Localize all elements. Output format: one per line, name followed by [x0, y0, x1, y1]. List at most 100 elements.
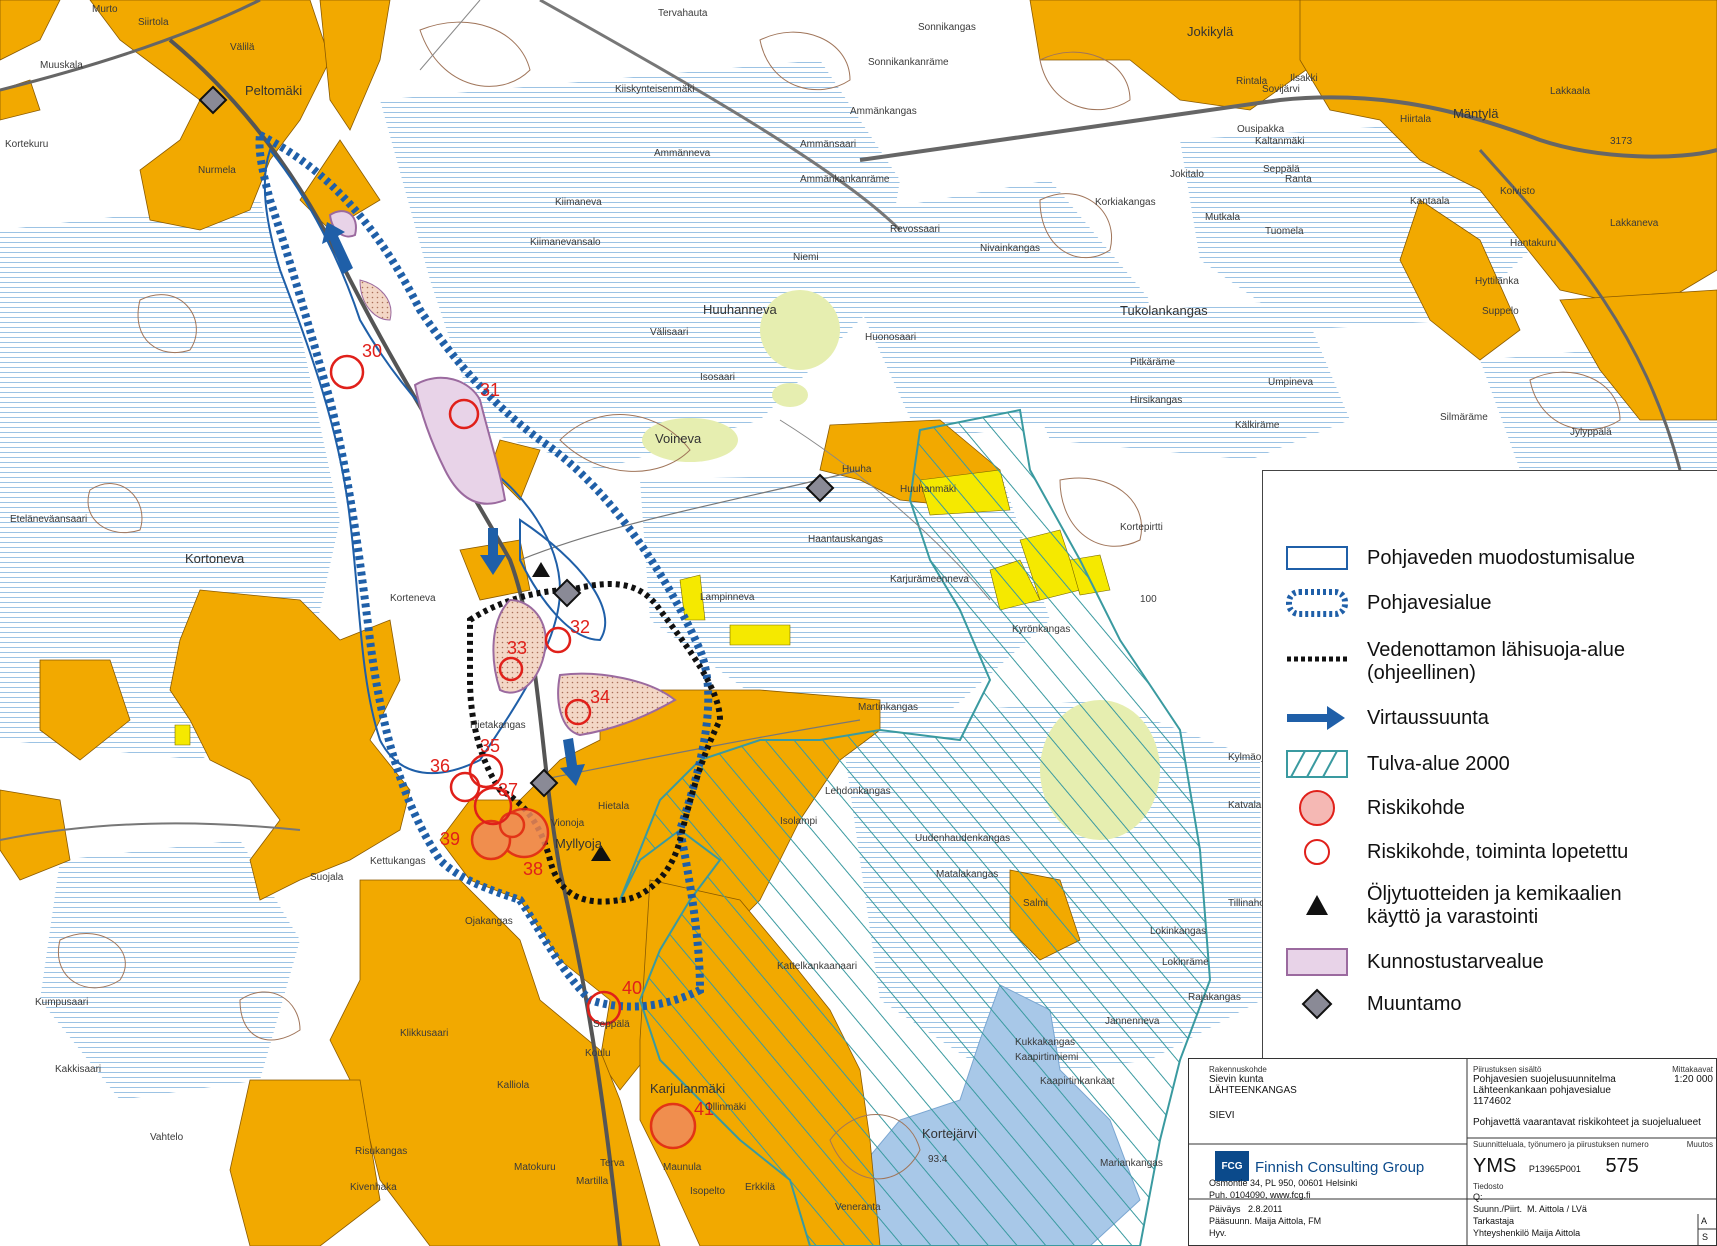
place-label: Klikkusaari	[400, 1028, 448, 1039]
date: 2.8.2011	[1248, 1204, 1283, 1214]
legend-item-substation: Muuntamo	[1283, 987, 1708, 1021]
flood-area-icon	[1283, 747, 1351, 781]
place-label: Hiirtala	[1400, 114, 1432, 125]
place-label: Välilä	[230, 42, 255, 53]
place-label: Lokinkangas	[1150, 926, 1206, 937]
flow-direction-icon	[1283, 701, 1351, 735]
scale-label: Mittakaavat	[1672, 1065, 1713, 1074]
place-label: Salmi	[1023, 898, 1048, 909]
legend-label: Riskikohde	[1367, 796, 1465, 819]
field-label: Suunnitteluala, työnumero ja piirustukse…	[1473, 1140, 1649, 1149]
place-label: Niemi	[793, 252, 819, 263]
place-label: Lakkaala	[1550, 86, 1590, 97]
risk-number: 32	[570, 617, 590, 637]
place-label: Tervahauta	[658, 8, 708, 19]
place-label: Karjurämeenneva	[890, 574, 969, 585]
contour-label: 100	[1140, 594, 1157, 605]
place-label: Hantakuru	[1510, 238, 1556, 249]
place-label: Korteneva	[390, 593, 436, 604]
place-label: Ilsakki	[1290, 73, 1318, 84]
title-block: Rakennuskohde Sievin kunta LÄHTEENKANGAS…	[1188, 1058, 1717, 1246]
place-label: Jylyppälä	[1570, 427, 1612, 438]
place-label: Lampinneva	[700, 592, 755, 603]
place-label: Koivisto	[1500, 186, 1535, 197]
place-label: Hietakangas	[470, 720, 526, 731]
place-label: Tuomela	[1265, 226, 1304, 237]
place-label: Karjulanmäki	[650, 1081, 725, 1096]
place-label: Sonnikankanräme	[868, 57, 949, 68]
risk-number: 38	[523, 859, 543, 879]
place-label: Kukkakangas	[1015, 1037, 1075, 1048]
subject-cell: Pohjavettä vaarantavat riskikohteet ja s…	[1473, 1117, 1713, 1128]
risk-number: 37	[498, 780, 518, 800]
place-label: Hyttilänka	[1475, 276, 1519, 287]
place-label: Maunula	[663, 1162, 702, 1173]
chief: Maija Aittola, FM	[1254, 1216, 1322, 1226]
place-label: Pitkäräme	[1130, 357, 1175, 368]
place-label: Kaltanmäki	[1255, 136, 1304, 147]
place-label: Matalakangas	[936, 869, 998, 880]
place-label: Sonnikangas	[918, 22, 976, 33]
place-label: Kiimanevansalo	[530, 237, 601, 248]
revision-a: A	[1701, 1216, 1708, 1226]
legend-label: Pohjavesialue	[1367, 591, 1492, 614]
place-label: Murto	[92, 4, 118, 15]
place-label: Kivenhaka	[350, 1182, 397, 1193]
place-label: Kattelkankaanaari	[777, 961, 857, 972]
place-label: Vionoja	[551, 818, 585, 829]
date-label: Päiväys	[1209, 1204, 1241, 1214]
designer: M. Aittola / LVä	[1527, 1204, 1587, 1214]
scale-cell: Mittakaavat 1:20 000	[1635, 1065, 1713, 1085]
legend-item-oil: Öljytuotteiden ja kemikaalien käyttö ja …	[1283, 883, 1708, 929]
legend-label: Pohjaveden muodostumisalue	[1367, 546, 1635, 569]
place-label: Lakkaneva	[1610, 218, 1659, 229]
contact-person: Maija Aittola	[1531, 1228, 1581, 1238]
place-label: Korkiakangas	[1095, 197, 1156, 208]
place-label: Suojala	[310, 872, 344, 883]
place-label: Kortekuru	[5, 139, 48, 150]
place-label: Kakkisaari	[55, 1064, 101, 1075]
place-label: Kettukangas	[370, 856, 426, 867]
place-label: Kaapirtinkankaat	[1040, 1076, 1115, 1087]
revision-s: S	[1702, 1232, 1709, 1242]
risk-number: 36	[430, 756, 450, 776]
place-label: Kortoneva	[185, 551, 245, 566]
place-label: Seppälä	[593, 1019, 630, 1030]
legend-item-flood: Tulva-alue 2000	[1283, 747, 1708, 781]
place-label: Kiimaneva	[555, 197, 602, 208]
field-cell: Suunnitteluala, työnumero ja piirustukse…	[1473, 1140, 1713, 1203]
place-label: Ollinmäki	[705, 1102, 746, 1113]
place-label: Hirsikangas	[1130, 395, 1182, 406]
place-label: Voineva	[655, 431, 702, 446]
place-label: Rajakangas	[1188, 992, 1241, 1003]
designer-cell: Suunn./Piirt. M. Aittola / LVä Tarkastaj…	[1473, 1203, 1587, 1239]
legend-item-groundwater: Pohjavesialue	[1283, 586, 1708, 620]
place-label: Jokikylä	[1187, 24, 1234, 39]
place-label: Vahtelo	[150, 1132, 184, 1143]
place-label: Isolampi	[780, 816, 817, 827]
place-label: Kaapirtinniemi	[1015, 1052, 1078, 1063]
place-label: Jannenneva	[1105, 1016, 1160, 1027]
place-label: Terva	[600, 1158, 625, 1169]
risk-number: 33	[507, 638, 527, 658]
plan-name: Pohjavesien suojelusuunnitelma	[1473, 1074, 1616, 1085]
date-cell: Päiväys 2.8.2011 Pääsuunn. Maija Aittola…	[1209, 1203, 1321, 1239]
place-label: Silmäräme	[1440, 412, 1488, 423]
legend-label: Vedenottamon lähisuoja-alue (ohjeellinen…	[1367, 639, 1625, 684]
project-label: Rakennuskohde	[1209, 1065, 1267, 1074]
protection-area-icon	[1283, 645, 1351, 679]
place-label: Myllyoja	[555, 836, 603, 851]
field-code: YMS	[1473, 1155, 1517, 1177]
company-name: Finnish Consulting Group	[1255, 1159, 1425, 1176]
place-label: Siirtola	[138, 17, 169, 28]
checker-label: Tarkastaja	[1473, 1216, 1515, 1226]
place-label: Ousipakka	[1237, 124, 1285, 135]
legend-item-formation: Pohjaveden muodostumisalue	[1283, 541, 1708, 575]
place-label: Ammänneva	[654, 148, 711, 159]
file-label: Tiedosto	[1473, 1182, 1504, 1191]
place-label: Isopelto	[690, 1186, 725, 1197]
place-name: SIEVI	[1209, 1110, 1235, 1121]
map-sheet: 30 31 32 33 34 35 36 37 38 39 40 41 Murt…	[0, 0, 1717, 1246]
company-contact: Puh. 0104090, www.fcg.fi	[1209, 1190, 1311, 1200]
place-label: Ammänsaari	[800, 139, 856, 150]
